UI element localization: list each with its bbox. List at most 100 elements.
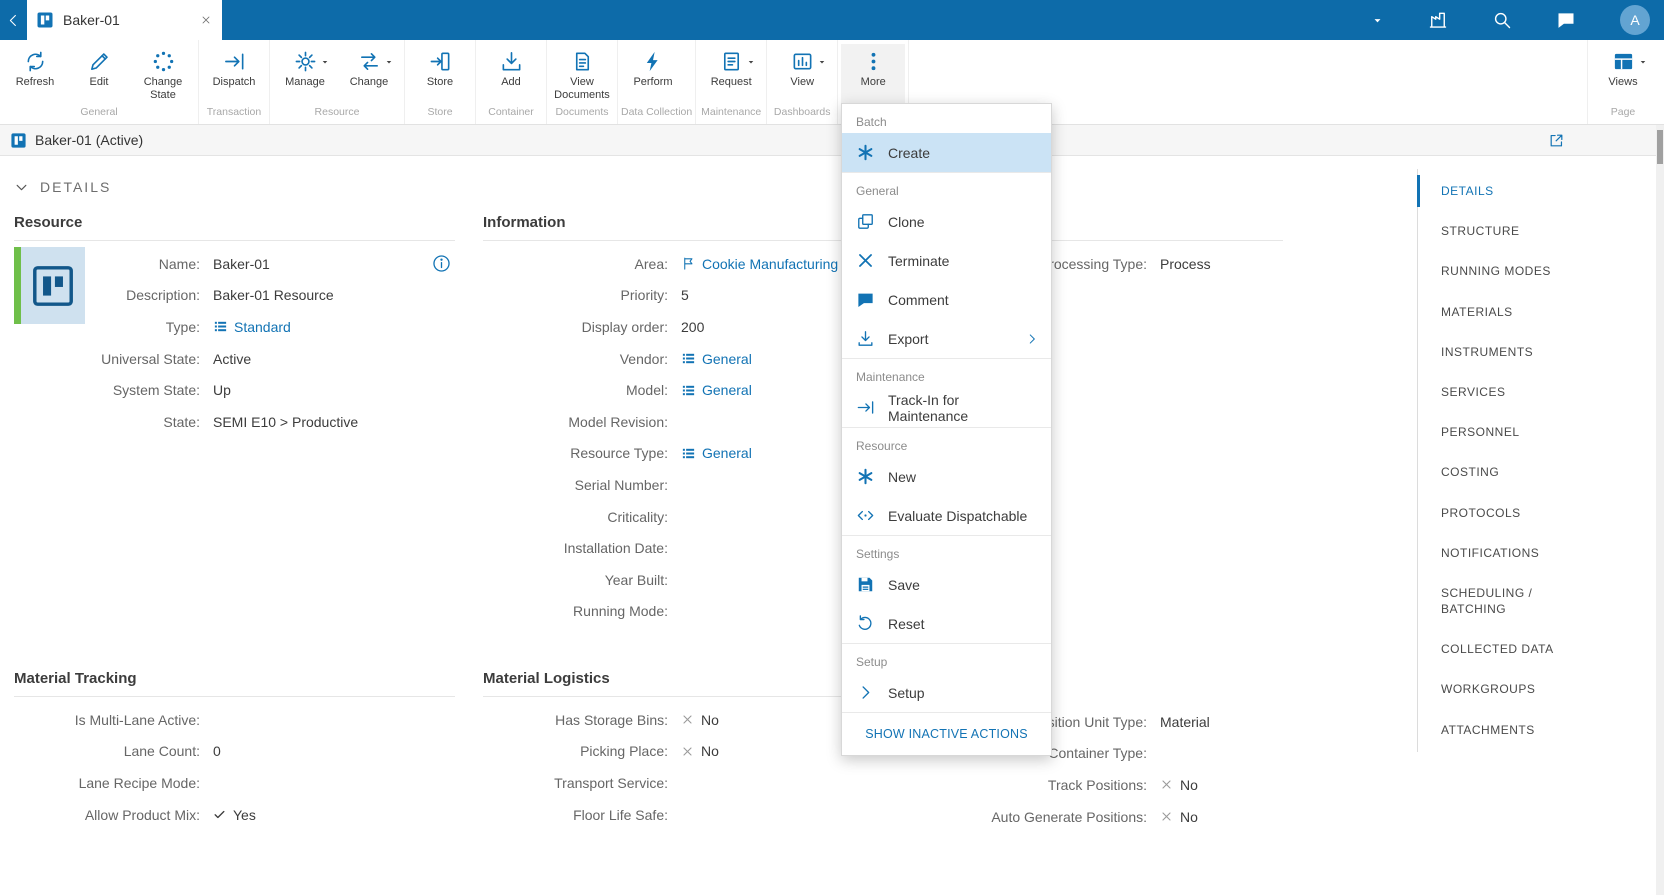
entity-icon — [681, 383, 696, 398]
menu-item-terminate[interactable]: Terminate — [842, 241, 1051, 280]
ribbon-button-edit[interactable]: Edit — [67, 44, 131, 103]
entity-icon — [213, 319, 228, 334]
menu-item-setup[interactable]: Setup — [842, 673, 1051, 712]
search-icon[interactable] — [1492, 10, 1512, 30]
details-section-toggle[interactable]: DETAILS — [14, 179, 111, 195]
nav-item-costing[interactable]: COSTING — [1418, 452, 1599, 492]
back-button[interactable] — [0, 0, 27, 40]
menu-item-label: Evaluate Dispatchable — [888, 508, 1027, 524]
cross-icon — [681, 745, 694, 758]
field-value: Standard — [213, 319, 455, 335]
menu-item-track-in-for-maintenance[interactable]: Track-In for Maintenance — [842, 388, 1051, 427]
nav-item-running-modes[interactable]: RUNNING MODES — [1418, 251, 1599, 291]
ribbon-button-refresh[interactable]: Refresh — [3, 44, 67, 103]
ribbon-button-more[interactable]: More — [841, 44, 905, 103]
menu-item-label: Clone — [888, 214, 925, 230]
field-label: Area: — [483, 256, 681, 272]
ribbon-button-view-documents[interactable]: View Documents — [550, 44, 614, 103]
link-general[interactable]: General — [681, 351, 752, 367]
ribbon-group-container: AddContainer — [476, 40, 547, 124]
more-icon — [862, 50, 885, 73]
nav-item-attachments[interactable]: ATTACHMENTS — [1418, 710, 1599, 750]
chevron-left-icon — [6, 13, 21, 28]
menu-item-reset[interactable]: Reset — [842, 604, 1051, 643]
user-avatar[interactable]: A — [1620, 5, 1650, 35]
ribbon-button-views[interactable]: Views — [1591, 44, 1655, 103]
field-value-text: Process — [1160, 256, 1211, 272]
ribbon-button-perform[interactable]: Perform — [621, 44, 685, 103]
cross-icon — [1160, 778, 1173, 791]
ribbon-group-name: Documents — [550, 103, 614, 122]
caret-down-icon — [746, 57, 756, 67]
field-value: No — [1160, 777, 1293, 793]
field-value-text: SEMI E10 > Productive — [213, 414, 358, 430]
menu-item-clone[interactable]: Clone — [842, 202, 1051, 241]
topbar-actions: A — [1371, 5, 1664, 35]
ribbon-button-request[interactable]: Request — [699, 44, 763, 103]
nav-item-structure[interactable]: STRUCTURE — [1418, 211, 1599, 251]
field-value: Active — [213, 351, 455, 367]
menu-item-new[interactable]: New — [842, 457, 1051, 496]
scrollbar-thumb[interactable] — [1657, 130, 1663, 164]
close-tab-icon[interactable] — [200, 14, 212, 26]
ribbon-button-change-state[interactable]: Change State — [131, 44, 195, 103]
link-general[interactable]: General — [681, 382, 752, 398]
field-row-lane-recipe-mode: Lane Recipe Mode: — [14, 767, 455, 799]
link-standard[interactable]: Standard — [213, 319, 291, 335]
menu-item-label: Reset — [888, 616, 925, 632]
change-state-icon — [152, 50, 175, 73]
field-label: Installation Date: — [483, 540, 681, 556]
link-general[interactable]: General — [681, 445, 752, 461]
nav-item-materials[interactable]: MATERIALS — [1418, 292, 1599, 332]
tab-baker-01[interactable]: Baker-01 — [27, 0, 222, 40]
more-actions-menu: BatchCreateGeneralCloneTerminateCommentE… — [841, 103, 1052, 756]
chat-icon[interactable] — [1556, 10, 1576, 30]
ribbon-button-change[interactable]: Change — [337, 44, 401, 103]
menu-item-evaluate-dispatchable[interactable]: Evaluate Dispatchable — [842, 496, 1051, 535]
ribbon-button-label: Store — [427, 76, 453, 89]
field-label: Transport Service: — [483, 775, 681, 791]
ribbon-button-dispatch[interactable]: Dispatch — [202, 44, 266, 103]
field-value: Up — [213, 382, 455, 398]
menu-item-label: New — [888, 469, 916, 485]
link-label: Standard — [234, 319, 291, 335]
equipment-icon[interactable] — [1428, 10, 1448, 30]
refresh-icon — [24, 50, 47, 73]
vertical-scrollbar[interactable] — [1656, 125, 1664, 895]
field-label: Picking Place: — [483, 743, 681, 759]
ribbon-button-view[interactable]: View — [770, 44, 834, 103]
expand-icon[interactable] — [1548, 132, 1565, 149]
link-label: General — [702, 445, 752, 461]
nav-item-notifications[interactable]: NOTIFICATIONS — [1418, 533, 1599, 573]
nav-item-protocols[interactable]: PROTOCOLS — [1418, 493, 1599, 533]
ribbon-button-label: Request — [711, 76, 752, 89]
nav-item-collected-data[interactable]: COLLECTED DATA — [1418, 629, 1599, 669]
menu-item-export[interactable]: Export — [842, 319, 1051, 358]
nav-item-details[interactable]: DETAILS — [1418, 171, 1599, 211]
info-icon[interactable] — [431, 253, 452, 274]
menu-item-comment[interactable]: Comment — [842, 280, 1051, 319]
link-cookie-manufacturing[interactable]: Cookie Manufacturing — [681, 256, 838, 272]
nav-item-scheduling-batching[interactable]: SCHEDULING / BATCHING — [1418, 573, 1599, 629]
menu-item-save[interactable]: Save — [842, 565, 1051, 604]
ribbon-button-add[interactable]: Add — [479, 44, 543, 103]
ribbon-button-manage[interactable]: Manage — [273, 44, 337, 103]
menu-item-label: Create — [888, 145, 930, 161]
area-icon — [681, 256, 696, 271]
ribbon-button-store[interactable]: Store — [408, 44, 472, 103]
nav-item-instruments[interactable]: INSTRUMENTS — [1418, 332, 1599, 372]
nav-item-workgroups[interactable]: WORKGROUPS — [1418, 669, 1599, 709]
field-label: Model Revision: — [483, 414, 681, 430]
edit-icon — [88, 50, 111, 73]
field-label: Running Mode: — [483, 603, 681, 619]
resource-entity-icon — [36, 11, 54, 29]
field-label: System State: — [14, 382, 213, 398]
nav-item-services[interactable]: SERVICES — [1418, 372, 1599, 412]
show-inactive-actions-link[interactable]: SHOW INACTIVE ACTIONS — [842, 712, 1051, 755]
ribbon-button-label: Manage — [285, 76, 325, 89]
menu-item-create[interactable]: Create — [842, 133, 1051, 172]
check-icon — [213, 808, 226, 821]
chevron-right-icon — [1025, 332, 1039, 346]
tab-list-caret-icon[interactable] — [1371, 14, 1384, 27]
nav-item-personnel[interactable]: PERSONNEL — [1418, 412, 1599, 452]
